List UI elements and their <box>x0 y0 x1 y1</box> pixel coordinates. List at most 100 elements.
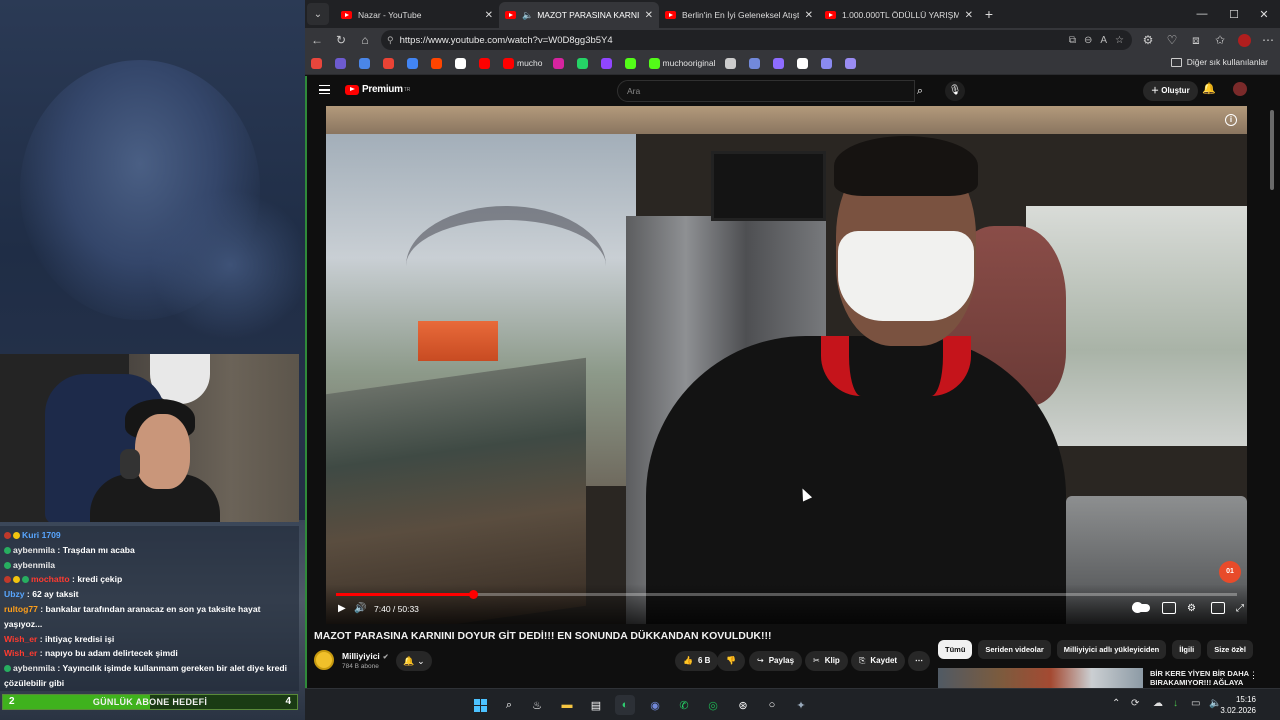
youtube-premium-logo[interactable]: Premium TR <box>345 84 410 95</box>
home-icon[interactable]: ⌂ <box>353 28 377 52</box>
read-aloud-icon[interactable]: A <box>1100 35 1107 46</box>
page-scrollbar[interactable] <box>1270 110 1274 190</box>
bookmark-item[interactable]: muchooriginal <box>648 57 715 69</box>
close-tab-icon[interactable]: ✕ <box>485 10 493 21</box>
filter-chip[interactable]: Size özel <box>1207 640 1253 659</box>
browser-essentials-icon[interactable]: ♡ <box>1160 28 1184 52</box>
bookmark-item[interactable] <box>797 57 811 69</box>
steam-icon[interactable]: ♨ <box>527 695 547 715</box>
other-bookmarks-folder[interactable]: Diğer sık kullanılanlar <box>1170 57 1268 67</box>
tray-overflow-chevron-icon[interactable]: ⌃ <box>1112 698 1120 709</box>
like-button[interactable]: 👍 6 B <box>675 651 719 671</box>
bookmark-item[interactable] <box>821 57 835 69</box>
notifications-bell-icon[interactable]: 🔔 <box>1202 82 1216 95</box>
favorites-icon[interactable]: ✩ <box>1208 28 1232 52</box>
app-hex-icon[interactable]: ✦ <box>791 695 811 715</box>
more-actions-button[interactable]: ⋯ <box>908 651 930 671</box>
dislike-button[interactable]: 👎 <box>717 651 745 671</box>
create-button[interactable]: ＋ Oluştur <box>1143 81 1198 101</box>
info-icon[interactable]: i <box>1225 114 1237 126</box>
bookmark-item[interactable] <box>600 57 615 69</box>
volume-icon[interactable]: 🔊 <box>354 603 366 614</box>
maximize-icon[interactable]: ☐ <box>1217 0 1251 28</box>
close-window-icon[interactable]: ✕ <box>1247 0 1280 28</box>
filter-chip[interactable]: İlgili <box>1172 640 1202 659</box>
bookmark-item[interactable] <box>359 57 373 69</box>
new-tab-plus-icon[interactable]: + <box>979 6 999 22</box>
clip-button[interactable]: ✂ Klip <box>805 651 848 671</box>
share-button[interactable]: ↪ Paylaş <box>749 651 803 671</box>
settings-gear-icon[interactable]: ⚙ <box>1187 603 1196 614</box>
profile-avatar-icon[interactable] <box>1232 28 1256 52</box>
store-icon[interactable]: ▤ <box>586 695 606 715</box>
filter-chip[interactable]: Tümü <box>938 640 973 659</box>
search-icon[interactable]: ⌕ <box>905 80 935 102</box>
bookmark-item[interactable] <box>552 57 567 69</box>
bookmark-item[interactable] <box>725 57 739 69</box>
bookmark-item[interactable] <box>455 57 469 69</box>
bookmark-item[interactable] <box>845 57 859 69</box>
extensions-icon[interactable]: ⚙ <box>1136 28 1160 52</box>
close-tab-icon[interactable]: ✕ <box>805 10 813 21</box>
start-windows-icon[interactable] <box>470 695 490 715</box>
hamburger-menu-icon[interactable] <box>319 85 330 94</box>
channel-watermark[interactable]: 01 <box>1219 561 1241 583</box>
back-arrow-icon[interactable]: ← <box>305 28 329 52</box>
recommended-title[interactable]: BİR KERE YİYEN BİR DAHA BIRAKAMIYOR!!! A… <box>1150 669 1278 687</box>
speaker-icon[interactable]: 🔈 <box>522 10 533 21</box>
search-input[interactable]: Ara <box>617 80 915 102</box>
network-icon[interactable]: ▭ <box>1191 698 1200 709</box>
tray-app-icon[interactable]: ⟳ <box>1131 698 1139 709</box>
recommended-more-icon[interactable]: ⋮ <box>1249 670 1258 681</box>
subtitles-icon[interactable] <box>1162 602 1176 614</box>
tray-download-icon[interactable]: ↓ <box>1173 698 1178 709</box>
more-menu-icon[interactable]: ⋯ <box>1256 28 1280 52</box>
whatsapp-icon[interactable]: ✆ <box>674 695 694 715</box>
file-explorer-icon[interactable]: ▬ <box>557 695 577 715</box>
obs-icon[interactable]: ⊛ <box>733 695 753 715</box>
video-player[interactable]: i 01 ▶ 🔊 7:40 / 50:33 ⚙ ⤢ <box>326 106 1247 624</box>
taskbar-search-icon[interactable]: ⌕ <box>499 695 519 715</box>
address-bar[interactable]: ⚲ https://www.youtube.com/watch?v=W0D8gg… <box>381 30 1132 50</box>
system-clock[interactable]: 15:16 3.02.2026 <box>1220 694 1256 716</box>
subscribed-bell-button[interactable]: 🔔 ⌄ <box>396 651 432 671</box>
bookmark-item[interactable] <box>749 57 763 69</box>
bookmark-item[interactable] <box>383 57 397 69</box>
microphone-icon[interactable]: 🎙 <box>945 81 965 101</box>
bookmark-item[interactable] <box>773 57 787 69</box>
recommended-video[interactable]: BİR KERE YİYEN BİR DAHA BIRAKAMIYOR!!! A… <box>938 668 1278 688</box>
tray-cloud-icon[interactable]: ☁ <box>1153 698 1163 709</box>
tab-mazot-active[interactable]: 🔈 MAZOT PARASINA KARNINI D ✕ <box>499 2 659 28</box>
channel-name[interactable]: Milliyiyici <box>342 651 380 661</box>
tab-search-icon[interactable]: ⌄ <box>307 3 329 25</box>
discord-icon[interactable]: ◉ <box>645 695 665 715</box>
channel-info[interactable]: Milliyiyici ✔ 784 B abone <box>314 650 389 670</box>
close-tab-icon[interactable]: ✕ <box>965 10 973 21</box>
seek-bar-knob[interactable] <box>468 590 478 599</box>
filter-chip[interactable]: Seriden videolar <box>978 640 1051 659</box>
zoom-icon[interactable]: ⊖ <box>1084 35 1092 46</box>
reload-icon[interactable]: ↻ <box>329 28 353 52</box>
favorite-star-icon[interactable]: ☆ <box>1115 35 1124 46</box>
recommended-thumbnail[interactable] <box>938 668 1143 688</box>
bookmark-item[interactable]: mucho <box>503 57 543 69</box>
app-circle-icon[interactable]: ○ <box>762 695 782 715</box>
seek-bar[interactable] <box>336 590 1237 599</box>
spotify-icon[interactable]: ◎ <box>703 695 723 715</box>
bookmark-item[interactable] <box>431 57 445 69</box>
split-screen-icon[interactable]: ⧈ <box>1184 28 1208 52</box>
theater-mode-icon[interactable] <box>1211 602 1225 614</box>
minimize-icon[interactable]: — <box>1185 0 1219 28</box>
filter-chip[interactable]: Milliyiyici adlı yükleyiciden <box>1056 640 1167 659</box>
fullscreen-icon[interactable]: ⤢ <box>1236 603 1244 614</box>
bookmark-item[interactable] <box>576 57 591 69</box>
play-icon[interactable]: ▶ <box>338 603 346 614</box>
bookmark-item[interactable] <box>407 57 421 69</box>
address-url[interactable]: https://www.youtube.com/watch?v=W0D8gg3b… <box>400 35 1069 46</box>
account-avatar[interactable] <box>1233 82 1247 96</box>
tab-yarisma[interactable]: 1.000.000TL ÖDÜLLÜ YARIŞMA! O ✕ <box>819 2 979 28</box>
tab-nazar[interactable]: Nazar - YouTube ✕ <box>335 2 499 28</box>
install-app-icon[interactable]: ⧉ <box>1069 35 1076 46</box>
edge-browser-icon[interactable]: ◐ <box>615 695 635 715</box>
tab-berlin[interactable]: Berlin'in En İyi Geleneksel Atıştırm ✕ <box>659 2 819 28</box>
